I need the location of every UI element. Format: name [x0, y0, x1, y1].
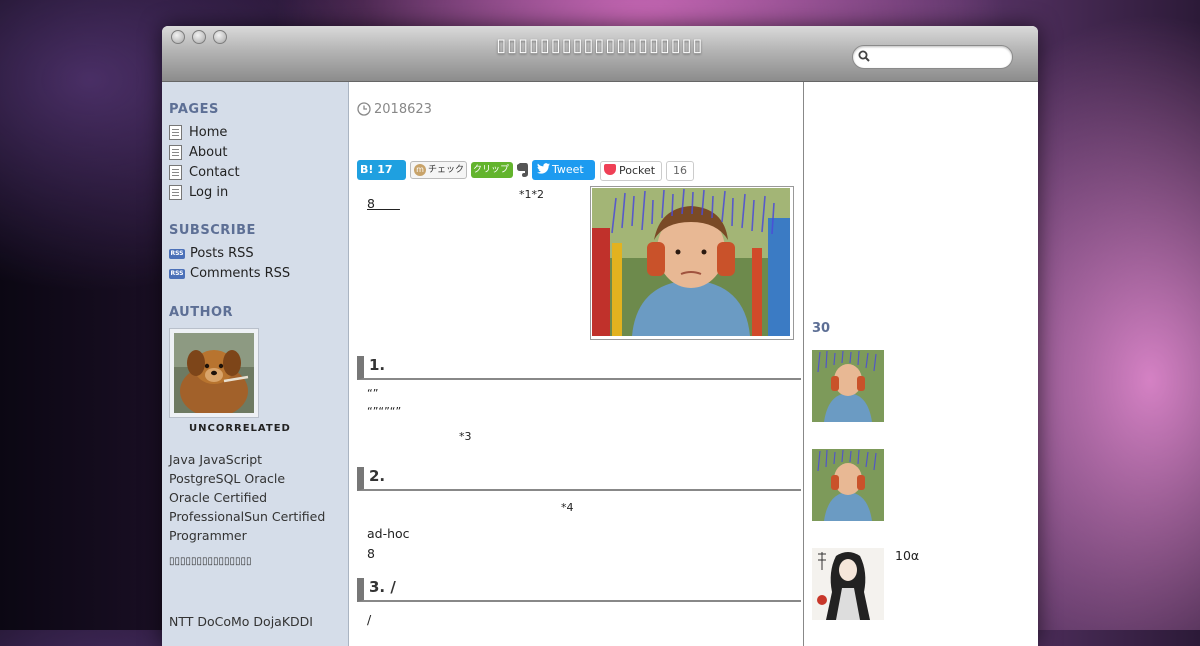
- page-icon: [169, 145, 182, 160]
- title-bar: ▯▯▯▯▯▯▯▯▯▯▯▯▯▯▯▯▯▯▯: [162, 26, 1038, 82]
- author-bio-extra: ▯▯▯▯▯▯▯▯▯▯▯▯▯▯▯: [169, 556, 252, 567]
- section-1-line: “”“”“”: [367, 405, 402, 418]
- section-heading-1-text: 1.: [369, 356, 386, 374]
- section-heading-2-text: 2.: [369, 467, 386, 485]
- zoom-window-button[interactable]: [213, 30, 227, 44]
- mixi-icon: m: [414, 164, 426, 176]
- post-date: 2018623: [357, 102, 432, 117]
- rss-icon: RSS: [169, 269, 185, 279]
- page-icon: [169, 165, 182, 180]
- rss-icon: RSS: [169, 249, 185, 259]
- post-date-text: 2018623: [374, 102, 432, 117]
- hatena-count: 17: [377, 163, 393, 176]
- search-box[interactable]: [852, 45, 1013, 69]
- author-avatar: [169, 328, 259, 418]
- pages-heading: PAGES: [169, 102, 219, 117]
- related-thumbnail[interactable]: [812, 350, 884, 422]
- evernote-icon[interactable]: [515, 162, 528, 178]
- related-thumbnail[interactable]: [812, 449, 884, 521]
- author-bio-line: Programmer: [169, 528, 247, 543]
- close-window-button[interactable]: [171, 30, 185, 44]
- browser-window: ▯▯▯▯▯▯▯▯▯▯▯▯▯▯▯▯▯▯▯ PAGES Home About Con…: [162, 26, 1038, 646]
- section-2-line: ad-hoc: [367, 526, 410, 541]
- author-heading: AUTHOR: [169, 305, 234, 320]
- clip-button[interactable]: クリップ: [471, 162, 513, 178]
- site-title[interactable]: ▯▯▯▯▯▯▯▯▯▯▯▯▯▯▯▯▯▯▯: [382, 35, 818, 56]
- posts-rss-link[interactable]: Posts RSS: [190, 246, 254, 261]
- post-photo: [590, 186, 794, 340]
- author-bio-line: ProfessionalSun Certified: [169, 509, 326, 524]
- tweet-button[interactable]: Tweet: [532, 160, 595, 180]
- section-heading-1: 1.: [357, 356, 801, 380]
- author-bio-line: PostgreSQL Oracle: [169, 471, 286, 486]
- section-2-line: 8: [367, 546, 375, 561]
- subscribe-heading: SUBSCRIBE: [169, 223, 256, 238]
- section-heading-3: 3. /: [357, 578, 801, 602]
- pocket-label: Pocket: [619, 164, 656, 177]
- search-input[interactable]: [875, 48, 1007, 66]
- post-content: 2018623 B! 17 m チェック クリップ Tweet Pocket 16…: [349, 82, 802, 646]
- author-name: UNCORRELATED: [189, 423, 291, 434]
- hatena-icon: B!: [360, 163, 374, 176]
- search-icon: [858, 50, 870, 62]
- sidebar-link-about[interactable]: About: [189, 145, 227, 160]
- minimize-window-button[interactable]: [192, 30, 206, 44]
- related-thumbnail[interactable]: [812, 548, 884, 620]
- author-bio-tail: NTT DoCoMo DojaKDDI: [169, 614, 313, 629]
- author-bio-line: Java JavaScript: [169, 452, 263, 467]
- pocket-count: 16: [666, 161, 694, 181]
- mixi-check-label: チェック: [428, 165, 465, 175]
- author-bio-line: Oracle Certified: [169, 490, 268, 505]
- hatena-bookmark-button[interactable]: B! 17: [357, 160, 406, 180]
- section-1-line: “”: [367, 387, 379, 400]
- comments-rss-link[interactable]: Comments RSS: [190, 266, 290, 281]
- left-sidebar: PAGES Home About Contact Log in SUBSCRIB…: [162, 82, 349, 646]
- sidebar-link-home[interactable]: Home: [189, 125, 227, 140]
- pocket-icon: [604, 164, 616, 175]
- mixi-check-button[interactable]: m チェック: [410, 161, 467, 179]
- right-sidebar: 30 10α: [803, 82, 1038, 646]
- clock-icon: [357, 102, 371, 116]
- page-icon: [169, 185, 182, 200]
- intro-link[interactable]: 8: [367, 193, 400, 212]
- sidebar-link-contact[interactable]: Contact: [189, 165, 240, 180]
- tweet-label: Tweet: [552, 163, 584, 176]
- twitter-bird-icon: [537, 163, 550, 174]
- section-1-footnote[interactable]: *3: [459, 430, 472, 443]
- section-heading-2: 2.: [357, 467, 801, 491]
- section-heading-3-text: 3. /: [369, 578, 396, 596]
- section-2-footnote[interactable]: *4: [561, 501, 574, 514]
- related-item-label[interactable]: 10α: [895, 548, 919, 563]
- page-icon: [169, 125, 182, 140]
- related-heading: 30: [812, 321, 831, 336]
- pocket-button[interactable]: Pocket: [600, 161, 662, 181]
- section-3-line: /: [367, 612, 372, 627]
- intro-footnotes[interactable]: *1*2: [519, 188, 544, 201]
- sidebar-link-login[interactable]: Log in: [189, 185, 228, 200]
